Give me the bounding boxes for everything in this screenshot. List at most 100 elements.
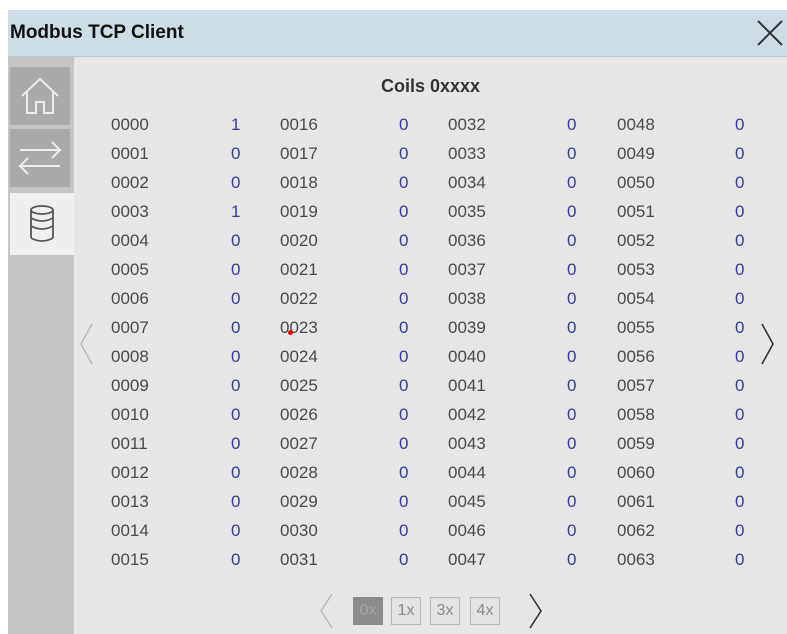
coil-value[interactable]: 0 xyxy=(399,516,408,545)
cursor-marker xyxy=(288,330,293,335)
coil-value[interactable]: 0 xyxy=(567,371,576,400)
coil-value[interactable]: 0 xyxy=(399,400,408,429)
coil-value[interactable]: 0 xyxy=(399,139,408,168)
coil-value[interactable]: 0 xyxy=(735,313,744,342)
coil-value[interactable]: 0 xyxy=(231,545,240,574)
coil-value[interactable]: 0 xyxy=(231,400,240,429)
coil-address: 0052 xyxy=(617,231,655,250)
coil-address: 0046 xyxy=(448,521,486,540)
coil-value[interactable]: 0 xyxy=(735,197,744,226)
next-page-button[interactable] xyxy=(528,592,544,634)
coil-value[interactable]: 0 xyxy=(735,487,744,516)
page-button-1x[interactable]: 1x xyxy=(391,597,421,625)
coil-value[interactable]: 0 xyxy=(231,342,240,371)
coil-value[interactable]: 0 xyxy=(567,284,576,313)
coil-address: 0049 xyxy=(617,144,655,163)
coil-value[interactable]: 0 xyxy=(399,226,408,255)
value-column-3: 0 0 0 0 0 0 0 0 0 0 0 0 0 0 0 0 xyxy=(567,110,576,574)
coil-value[interactable]: 0 xyxy=(567,458,576,487)
coil-value[interactable]: 0 xyxy=(399,342,408,371)
coil-address: 0024 xyxy=(280,347,318,366)
coil-value[interactable]: 0 xyxy=(567,400,576,429)
coil-address: 0051 xyxy=(617,202,655,221)
coil-address: 0008 xyxy=(111,347,149,366)
coil-value[interactable]: 0 xyxy=(231,313,240,342)
coil-value[interactable]: 0 xyxy=(231,429,240,458)
coil-value[interactable]: 0 xyxy=(399,197,408,226)
coil-value[interactable]: 0 xyxy=(567,545,576,574)
coil-address: 0030 xyxy=(280,521,318,540)
coil-value[interactable]: 0 xyxy=(735,255,744,284)
coil-address: 0062 xyxy=(617,521,655,540)
coil-value[interactable]: 0 xyxy=(735,429,744,458)
coil-address: 0029 xyxy=(280,492,318,511)
register-table-title: Coils 0xxxx xyxy=(380,76,481,96)
coil-value[interactable]: 0 xyxy=(399,458,408,487)
coil-value[interactable]: 0 xyxy=(567,255,576,284)
coil-value[interactable]: 0 xyxy=(735,110,744,139)
page-button-4x[interactable]: 4x xyxy=(470,597,500,625)
prev-column-button[interactable] xyxy=(78,322,94,371)
coil-address: 0017 xyxy=(280,144,318,163)
coil-value[interactable]: 0 xyxy=(399,255,408,284)
coil-value[interactable]: 0 xyxy=(231,139,240,168)
coil-value[interactable]: 0 xyxy=(231,284,240,313)
coil-value[interactable]: 0 xyxy=(399,168,408,197)
coil-address: 0015 xyxy=(111,550,149,569)
coil-value[interactable]: 0 xyxy=(567,110,576,139)
coil-value[interactable]: 0 xyxy=(567,429,576,458)
coil-value[interactable]: 0 xyxy=(735,226,744,255)
coil-value[interactable]: 0 xyxy=(231,371,240,400)
prev-page-button[interactable] xyxy=(318,592,334,634)
nav-home-button[interactable] xyxy=(10,67,70,125)
coil-value[interactable]: 0 xyxy=(735,284,744,313)
page-button-3x[interactable]: 3x xyxy=(430,597,460,625)
coil-value[interactable]: 0 xyxy=(231,458,240,487)
coil-address: 0037 xyxy=(448,260,486,279)
coil-address: 0010 xyxy=(111,405,149,424)
coil-value[interactable]: 0 xyxy=(399,545,408,574)
coil-value[interactable]: 0 xyxy=(399,371,408,400)
coil-value[interactable]: 0 xyxy=(735,168,744,197)
coil-value[interactable]: 0 xyxy=(567,342,576,371)
close-button[interactable] xyxy=(755,18,785,48)
coil-value[interactable]: 0 xyxy=(735,458,744,487)
coil-value[interactable]: 0 xyxy=(735,545,744,574)
coil-value[interactable]: 0 xyxy=(399,110,408,139)
coil-address: 0058 xyxy=(617,405,655,424)
coil-value[interactable]: 0 xyxy=(399,284,408,313)
coil-value[interactable]: 0 xyxy=(399,313,408,342)
coil-value[interactable]: 0 xyxy=(567,516,576,545)
coil-address: 0000 xyxy=(111,115,149,134)
coil-address: 0009 xyxy=(111,376,149,395)
nav-transfer-button[interactable] xyxy=(10,129,70,187)
coil-value[interactable]: 0 xyxy=(399,487,408,516)
page-button-0x[interactable]: 0x xyxy=(353,597,383,625)
coil-value[interactable]: 0 xyxy=(567,313,576,342)
coil-value[interactable]: 0 xyxy=(567,226,576,255)
coil-value[interactable]: 0 xyxy=(231,226,240,255)
coil-value[interactable]: 0 xyxy=(567,168,576,197)
coil-value[interactable]: 0 xyxy=(735,400,744,429)
coil-value[interactable]: 0 xyxy=(567,487,576,516)
coil-address: 0053 xyxy=(617,260,655,279)
coil-value[interactable]: 0 xyxy=(735,342,744,371)
coil-value[interactable]: 0 xyxy=(399,429,408,458)
coil-value[interactable]: 0 xyxy=(735,371,744,400)
coil-value[interactable]: 1 xyxy=(231,197,240,226)
coil-value[interactable]: 0 xyxy=(735,516,744,545)
coil-value[interactable]: 0 xyxy=(567,197,576,226)
window-title: Modbus TCP Client xyxy=(10,22,184,43)
register-type-pager: 0x 1x 3x 4x xyxy=(318,592,558,629)
coil-value[interactable]: 0 xyxy=(231,516,240,545)
chevron-left-icon xyxy=(320,593,333,629)
coil-address: 0016 xyxy=(280,115,318,134)
coil-value[interactable]: 0 xyxy=(567,139,576,168)
next-column-button[interactable] xyxy=(760,322,776,371)
coil-value[interactable]: 0 xyxy=(231,168,240,197)
nav-data-button[interactable] xyxy=(10,193,74,255)
coil-value[interactable]: 0 xyxy=(231,487,240,516)
coil-value[interactable]: 1 xyxy=(231,110,240,139)
coil-value[interactable]: 0 xyxy=(735,139,744,168)
coil-value[interactable]: 0 xyxy=(231,255,240,284)
